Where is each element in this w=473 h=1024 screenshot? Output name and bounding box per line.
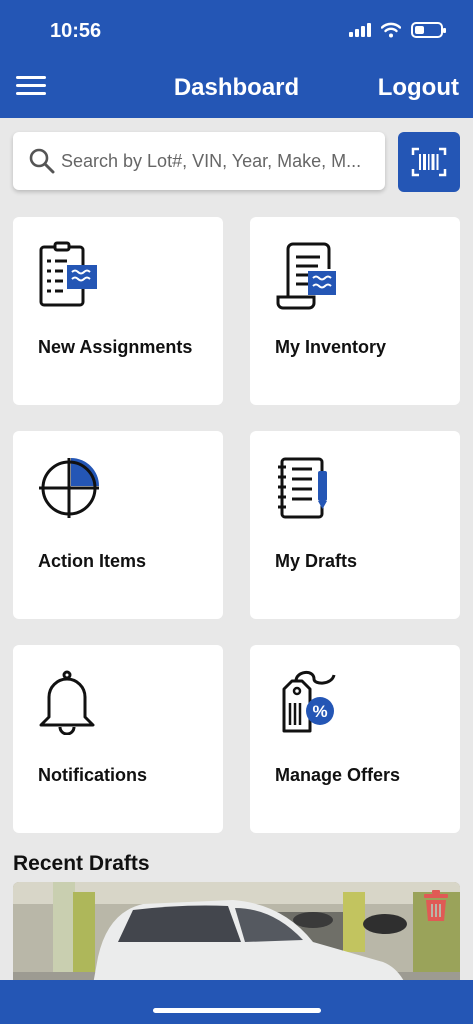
svg-text:%: % bbox=[312, 702, 327, 721]
cellular-signal-icon bbox=[349, 23, 371, 37]
tile-label: My Drafts bbox=[275, 551, 358, 571]
status-icons bbox=[349, 22, 446, 38]
wifi-icon bbox=[381, 22, 401, 38]
tile-label: New Assignments bbox=[38, 337, 193, 357]
trash-icon bbox=[424, 890, 448, 921]
delete-draft-button[interactable] bbox=[422, 890, 450, 927]
tile-new-assignments[interactable]: New Assignments bbox=[13, 217, 223, 405]
document-list-icon bbox=[39, 241, 97, 307]
tile-my-drafts[interactable]: My Drafts bbox=[250, 431, 460, 619]
scroll-document-icon bbox=[276, 242, 336, 310]
barcode-scan-icon bbox=[411, 147, 447, 177]
recent-drafts-heading: Recent Drafts bbox=[13, 852, 150, 875]
tile-label: Notifications bbox=[38, 765, 148, 785]
search-bar bbox=[13, 132, 385, 190]
tile-notifications[interactable]: Notifications bbox=[13, 645, 223, 833]
tile-manage-offers[interactable]: % Manage Offers bbox=[250, 645, 460, 833]
top-app-bar: 10:56 Dashboard Logout bbox=[0, 0, 473, 118]
tile-label: My Inventory bbox=[275, 337, 387, 357]
search-icon bbox=[29, 148, 55, 174]
battery-icon bbox=[411, 22, 446, 38]
tile-label: Action Items bbox=[38, 551, 147, 571]
price-tag-percent-icon: % bbox=[282, 671, 336, 733]
tile-my-inventory[interactable]: My Inventory bbox=[250, 217, 460, 405]
notebook-pen-icon bbox=[278, 457, 327, 519]
search-input[interactable] bbox=[61, 142, 377, 180]
bottom-bar bbox=[0, 980, 473, 1024]
logout-button[interactable]: Logout bbox=[378, 74, 459, 102]
barcode-scan-button[interactable] bbox=[398, 132, 460, 192]
bell-icon bbox=[39, 670, 95, 735]
pie-target-icon bbox=[39, 458, 99, 518]
home-indicator[interactable] bbox=[153, 1008, 321, 1013]
tile-label: Manage Offers bbox=[275, 765, 401, 785]
tile-action-items[interactable]: Action Items bbox=[13, 431, 223, 619]
status-time: 10:56 bbox=[50, 20, 102, 42]
